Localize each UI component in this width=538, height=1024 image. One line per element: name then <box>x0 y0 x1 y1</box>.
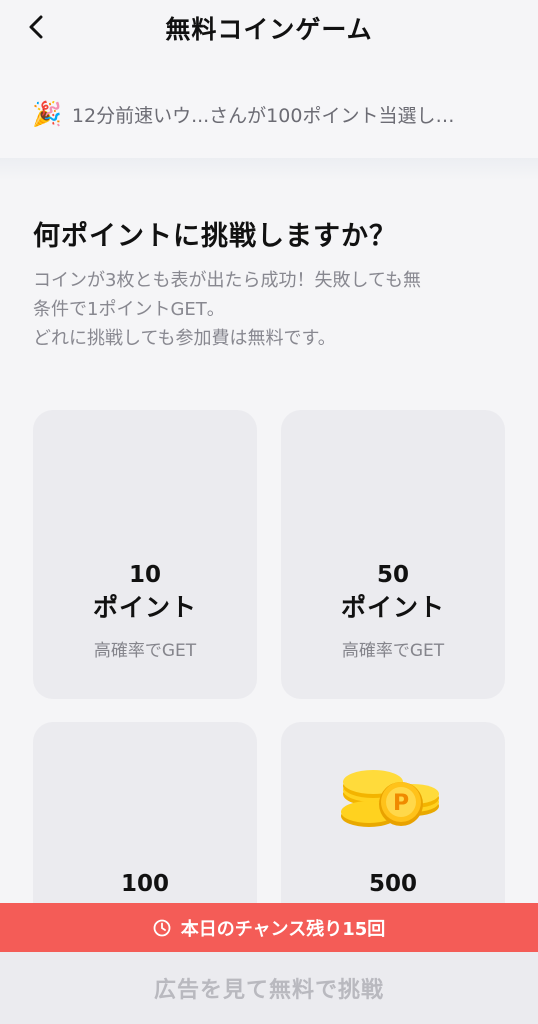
description-line: コインが3枚とも表が出たら成功！失敗しても無 <box>33 270 422 291</box>
ticker-message: 12分前速いウ...さんが100ポイント当選し… <box>71 104 455 127</box>
option-unit: ポイント <box>92 593 197 622</box>
option-unit: ポイント <box>340 593 445 622</box>
back-button[interactable] <box>22 12 52 42</box>
option-card-50-points[interactable]: 50 ポイント 高確率でGET <box>281 410 505 699</box>
option-points: 100 <box>120 871 169 897</box>
winner-ticker: 🎉 12分前速いウ...さんが100ポイント当選し… <box>0 70 538 158</box>
challenge-heading: 何ポイントに挑戦しますか？ <box>33 221 397 252</box>
page-title: 無料コインゲーム <box>165 15 373 44</box>
option-card-10-points[interactable]: 10 ポイント 高確率でGET <box>33 410 257 699</box>
party-popper-icon: 🎉 <box>32 100 62 128</box>
remaining-chances-text: 本日のチャンス残り15回 <box>180 918 386 940</box>
description-line: 条件で1ポイントGET。 <box>33 299 225 320</box>
svg-text:P: P <box>393 791 409 816</box>
gold-p-coins-icon: P <box>341 770 439 827</box>
description-line: どれに挑戦しても参加費は無料です。 <box>33 328 336 349</box>
option-points: 500 <box>368 871 417 897</box>
challenge-description: コインが3枚とも表が出たら成功！失敗しても無 条件で1ポイントGET。 どれに挑… <box>33 266 513 353</box>
ticker-divider <box>0 158 538 180</box>
remaining-chances-banner: 本日のチャンス残り15回 <box>0 903 538 952</box>
option-note: 高確率でGET <box>341 641 445 661</box>
watch-ad-challenge-button[interactable]: 広告を見て無料で挑戦 <box>0 952 538 1024</box>
option-points: 50 <box>376 562 409 588</box>
clock-icon <box>153 919 171 937</box>
top-bar: 無料コインゲーム <box>0 0 538 56</box>
option-points: 10 <box>128 562 161 588</box>
cta-label: 広告を見て無料で挑戦 <box>153 978 384 1003</box>
option-note: 高確率でGET <box>93 641 197 661</box>
chevron-left-icon <box>29 15 43 39</box>
